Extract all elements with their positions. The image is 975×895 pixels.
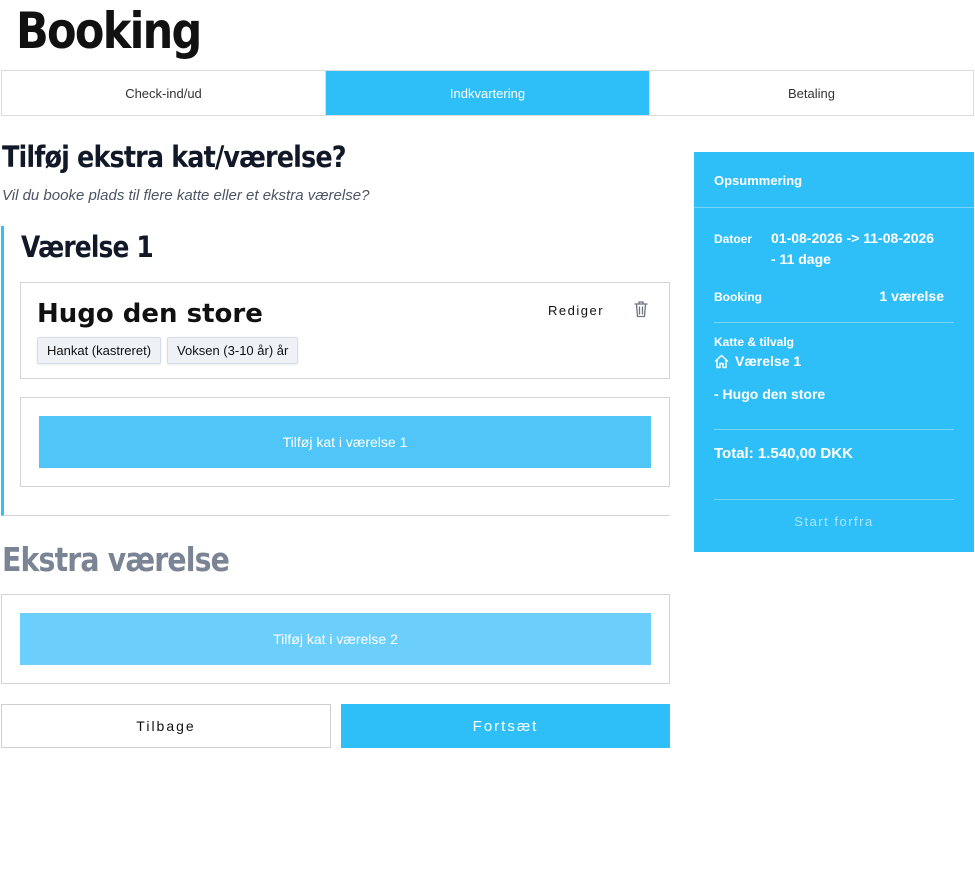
summary-panel: Opsummering Datoer 01-08-2026 -> 11-08-2… [694, 152, 974, 552]
room-1-section: Værelse 1 Hugo den store Hankat (kastrer… [1, 226, 670, 516]
question-subtitle: Vil du booke plads til flere katte eller… [2, 187, 370, 204]
cat-tags: Hankat (kastreret) Voksen (3-10 år) år [37, 337, 299, 364]
booking-label: Booking [714, 290, 762, 304]
summary-divider [714, 322, 954, 323]
home-icon [714, 354, 729, 368]
back-button[interactable]: Tilbage [1, 704, 331, 748]
room-1-title: Værelse 1 [21, 230, 154, 264]
cat-tag-age: Voksen (3-10 år) år [167, 337, 299, 364]
question-title: Tilføj ekstra kat/værelse? [2, 140, 347, 174]
edit-cat-button[interactable]: Rediger [548, 303, 604, 318]
page-title: Booking [16, 2, 202, 60]
dates-range: 01-08-2026 -> 11-08-2026 [771, 230, 935, 246]
cat-card: Hugo den store Hankat (kastreret) Voksen… [20, 282, 670, 379]
continue-button[interactable]: Fortsæt [341, 704, 670, 748]
add-cat-card: Tilføj kat i værelse 1 [20, 397, 670, 487]
cat-tag-gender: Hankat (kastreret) [37, 337, 162, 364]
summary-room: Værelse 1 [714, 353, 801, 369]
step-check-in-out[interactable]: Check-ind/ud [2, 71, 325, 115]
trash-icon[interactable] [633, 300, 649, 318]
summary-room-label: Værelse 1 [735, 353, 802, 369]
summary-title: Opsummering [714, 173, 803, 188]
cats-extras-label: Katte & tilvalg [714, 335, 795, 349]
summary-cat: - Hugo den store [714, 386, 826, 402]
cat-name: Hugo den store [37, 299, 263, 329]
summary-header: Opsummering [694, 152, 974, 208]
summary-divider [714, 499, 954, 500]
summary-divider [714, 429, 954, 430]
extra-room-card: Tilføj kat i værelse 2 [1, 594, 670, 684]
step-payment[interactable]: Betaling [649, 71, 973, 115]
booking-steps: Check-ind/ud Indkvartering Betaling [1, 70, 974, 116]
extra-room-title: Ekstra værelse [2, 540, 230, 579]
booking-value: 1 værelse [879, 288, 944, 304]
dates-label: Datoer [714, 232, 753, 246]
dates-duration: - 11 dage [771, 251, 831, 267]
start-over-button[interactable]: Start forfra [694, 514, 974, 529]
add-cat-room-1-button[interactable]: Tilføj kat i værelse 1 [39, 416, 651, 468]
add-cat-room-2-button[interactable]: Tilføj kat i værelse 2 [20, 613, 651, 665]
summary-total: Total: 1.540,00 DKK [714, 445, 853, 462]
step-accommodation[interactable]: Indkvartering [325, 71, 649, 115]
